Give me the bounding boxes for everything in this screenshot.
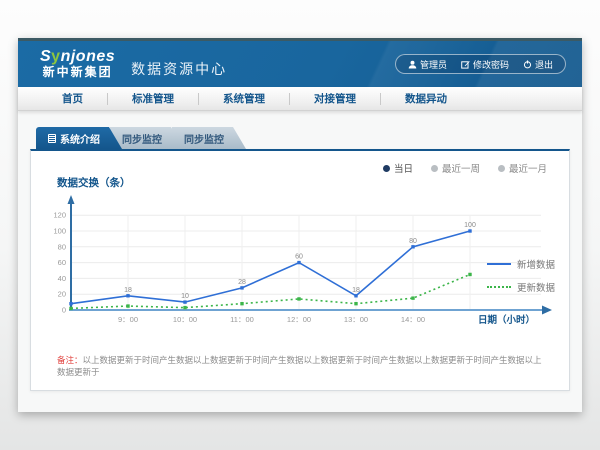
dotted-line-swatch xyxy=(487,286,511,288)
logout-label: 退出 xyxy=(535,58,553,71)
tab-sync-monitor-1-label: 同步监控 xyxy=(122,131,162,146)
power-icon xyxy=(523,60,532,69)
svg-text:10：00: 10：00 xyxy=(173,315,197,324)
svg-text:120: 120 xyxy=(53,211,66,220)
footnote: 备注：以上数据更新于时间产生数据以上数据更新于时间产生数据以上数据更新于时间产生… xyxy=(57,355,549,379)
radio-icon xyxy=(498,165,505,172)
series-新增数据: 18 10 28 60 18 80 100 xyxy=(69,222,476,305)
y-axis-title: 数据交换（条） xyxy=(57,175,131,190)
page-title: 数据资源中心 xyxy=(131,59,227,79)
main-nav: 首页 标准管理 系统管理 对接管理 数据异动 xyxy=(18,87,582,111)
logo-text-en: Synjones xyxy=(40,49,115,66)
app-header: Synjones 新中新集团 数据资源中心 管理员 修改密码 xyxy=(18,41,582,87)
svg-text:13：00: 13：00 xyxy=(344,315,368,324)
series-legend: 新增数据 更新数据 xyxy=(487,257,555,294)
svg-text:14：00: 14：00 xyxy=(401,315,425,324)
radio-icon xyxy=(383,165,390,172)
company-logo: Synjones 新中新集团 xyxy=(40,49,115,78)
legend-new-data-label: 新增数据 xyxy=(517,257,555,271)
svg-text:12：00: 12：00 xyxy=(287,315,311,324)
document-icon xyxy=(48,134,56,143)
edit-icon xyxy=(461,60,470,69)
admin-user-button[interactable]: 管理员 xyxy=(408,58,447,71)
radio-icon xyxy=(431,165,438,172)
svg-text:20: 20 xyxy=(58,290,66,299)
svg-text:日期（小时）: 日期（小时） xyxy=(478,314,535,326)
filter-today-label: 当日 xyxy=(394,161,413,175)
footnote-text: 以上数据更新于时间产生数据以上数据更新于时间产生数据以上数据更新于时间产生数据以… xyxy=(57,355,542,377)
svg-text:0: 0 xyxy=(62,306,66,315)
svg-text:80: 80 xyxy=(409,238,417,245)
footnote-label: 备注： xyxy=(57,355,83,365)
admin-user-label: 管理员 xyxy=(420,58,447,71)
tab-system-intro-label: 系统介绍 xyxy=(60,131,100,146)
tab-sync-monitor-2[interactable]: 同步监控 xyxy=(172,127,246,149)
solid-line-swatch xyxy=(487,263,511,265)
screenshot-stage: Synjones 新中新集团 数据资源中心 管理员 修改密码 xyxy=(0,0,600,450)
user-menu: 管理员 修改密码 退出 xyxy=(395,54,566,74)
change-password-button[interactable]: 修改密码 xyxy=(461,58,509,71)
tab-bar: 系统介绍 同步监控 同步监控 xyxy=(36,127,234,149)
tab-sync-monitor-1[interactable]: 同步监控 xyxy=(110,127,184,149)
svg-text:100: 100 xyxy=(464,222,476,229)
filter-last-month-label: 最近一月 xyxy=(509,161,547,175)
svg-text:10: 10 xyxy=(181,293,189,300)
axis-tick-labels: 0 20 40 60 80 100 120 9：00 10：00 11：00 12：00 13：00 1… xyxy=(53,211,535,326)
legend-new-data[interactable]: 新增数据 xyxy=(487,257,555,271)
tab-sync-monitor-2-label: 同步监控 xyxy=(184,131,224,146)
chart-card: 当日 最近一周 最近一月 数据交换（条） 0 20 40 60 80 100 120 9：00… xyxy=(30,149,570,391)
svg-text:80: 80 xyxy=(58,242,66,251)
change-password-label: 修改密码 xyxy=(473,58,509,71)
tab-system-intro[interactable]: 系统介绍 xyxy=(36,127,122,149)
legend-update-data[interactable]: 更新数据 xyxy=(487,280,555,294)
svg-text:18: 18 xyxy=(124,287,132,294)
svg-text:60: 60 xyxy=(58,258,66,267)
app-window: Synjones 新中新集团 数据资源中心 管理员 修改密码 xyxy=(18,38,582,412)
page-body: 系统介绍 同步监控 同步监控 当日 最近一周 xyxy=(18,111,582,412)
logout-button[interactable]: 退出 xyxy=(523,58,553,71)
nav-item-standard-mgmt[interactable]: 标准管理 xyxy=(108,93,199,105)
logo-accent-letter: y xyxy=(51,48,60,65)
filter-today[interactable]: 当日 xyxy=(383,161,413,175)
filter-last-month[interactable]: 最近一月 xyxy=(498,161,547,175)
time-range-filters: 当日 最近一周 最近一月 xyxy=(383,161,547,175)
svg-text:11：00: 11：00 xyxy=(230,315,254,324)
svg-text:18: 18 xyxy=(352,287,360,294)
filter-last-week-label: 最近一周 xyxy=(442,161,480,175)
user-icon xyxy=(408,60,417,69)
nav-item-system-mgmt[interactable]: 系统管理 xyxy=(199,93,290,105)
svg-text:60: 60 xyxy=(295,254,303,261)
svg-text:28: 28 xyxy=(238,279,246,286)
svg-text:9：00: 9：00 xyxy=(118,315,138,324)
nav-item-interface-mgmt[interactable]: 对接管理 xyxy=(290,93,381,105)
nav-item-home[interactable]: 首页 xyxy=(38,93,108,105)
grid-lines xyxy=(71,215,541,310)
legend-update-data-label: 更新数据 xyxy=(517,280,555,294)
svg-text:40: 40 xyxy=(58,274,66,283)
nav-item-data-change[interactable]: 数据异动 xyxy=(381,93,471,105)
filter-last-week[interactable]: 最近一周 xyxy=(431,161,480,175)
svg-text:100: 100 xyxy=(53,227,66,236)
logo-text-cn: 新中新集团 xyxy=(40,66,115,79)
